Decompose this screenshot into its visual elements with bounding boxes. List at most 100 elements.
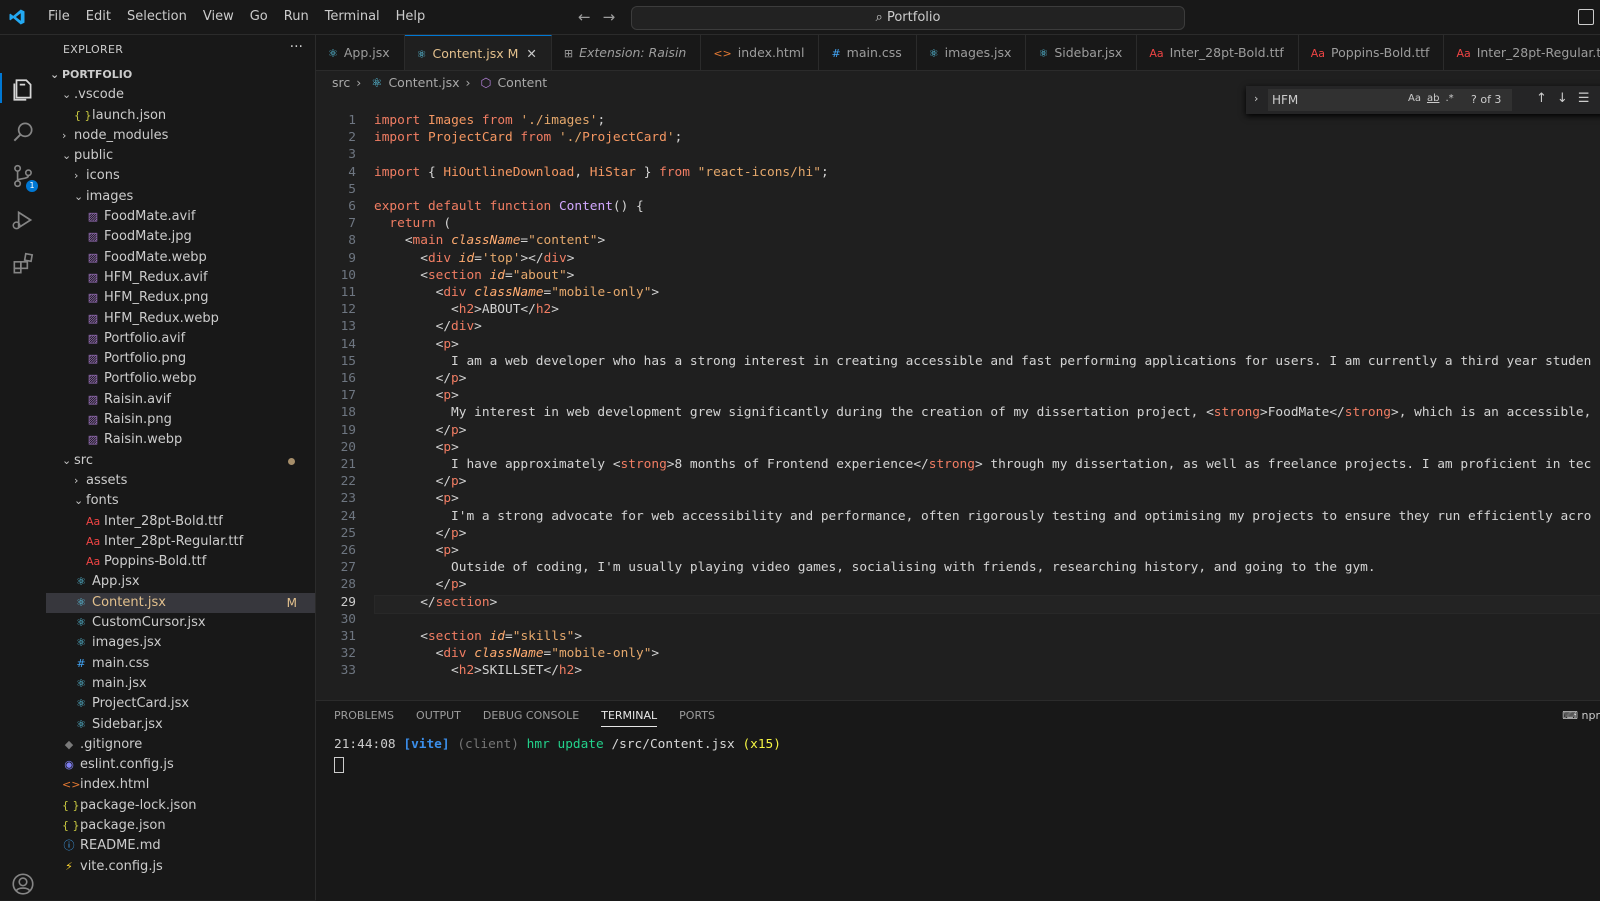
menu-item-edit[interactable]: Edit	[78, 8, 119, 26]
explorer-icon[interactable]	[10, 77, 36, 103]
tab-content-jsx-m[interactable]: ⚛ Content.jsx M ✕	[404, 35, 552, 70]
find-in-selection-icon[interactable]: ☰	[1578, 91, 1590, 106]
panel-tab-output[interactable]: OUTPUT	[416, 709, 461, 727]
extensions-icon[interactable]	[10, 251, 36, 277]
tree-item[interactable]: ⌄ .vscode	[46, 85, 315, 105]
tree-item[interactable]: › node_modules	[46, 126, 315, 146]
tree-item[interactable]: ⚛ CustomCursor.jsx	[46, 613, 315, 633]
code-editor[interactable]: 1 import Images from './images'; 2 import P…	[316, 113, 1600, 683]
code-line: I have approximately <strong>8 months of…	[374, 457, 1592, 472]
match-whole-word-icon[interactable]: ab	[1427, 93, 1439, 104]
menu-item-run[interactable]: Run	[276, 8, 317, 26]
tree-item[interactable]: { }package-lock.json	[46, 796, 315, 816]
tab-poppins-bold-ttf[interactable]: Aa Poppins-Bold.ttf	[1299, 35, 1445, 70]
tree-item[interactable]: ⌄ src	[46, 451, 315, 471]
panel-tab-problems[interactable]: PROBLEMS	[334, 709, 394, 727]
panel-tab-debug-console[interactable]: DEBUG CONSOLE	[483, 709, 579, 727]
tree-item[interactable]: ⌄ images	[46, 187, 315, 207]
line-number: 30	[340, 611, 356, 627]
tree-item[interactable]: ▨ FoodMate.webp	[46, 248, 315, 268]
menu-item-selection[interactable]: Selection	[119, 8, 195, 26]
tree-item[interactable]: ▨ Raisin.avif	[46, 390, 315, 410]
account-icon[interactable]	[10, 871, 36, 897]
match-case-icon[interactable]: Aa	[1408, 93, 1421, 104]
close-tab-icon[interactable]: ✕	[526, 46, 536, 61]
tree-item[interactable]: { }launch.json	[46, 106, 315, 126]
tree-item[interactable]: ⚛ main.jsx	[46, 674, 315, 694]
line-number: 13	[340, 319, 356, 335]
vscode-logo-icon[interactable]	[8, 8, 26, 26]
menu-item-help[interactable]: Help	[388, 8, 434, 26]
tree-item[interactable]: ▨ FoodMate.jpg	[46, 227, 315, 247]
next-match-arrow-icon[interactable]: ↓	[1557, 91, 1568, 106]
tab-main-css[interactable]: # main.css	[819, 35, 917, 70]
tree-item[interactable]: ▨ FoodMate.avif	[46, 207, 315, 227]
react-file-icon: ⚛	[371, 75, 383, 90]
tree-item[interactable]: ▨ Portfolio.webp	[46, 369, 315, 389]
command-center-search[interactable]: ⌕ Portfolio	[631, 6, 1185, 30]
run-debug-icon[interactable]	[10, 207, 36, 233]
code-line: <p>	[374, 388, 459, 404]
panel-tab-ports[interactable]: PORTS	[679, 709, 715, 727]
tree-item[interactable]: ⚛ ProjectCard.jsx	[46, 694, 315, 714]
forward-arrow-icon[interactable]: →	[603, 8, 616, 26]
tree-item[interactable]: ⚡ vite.config.js	[46, 857, 315, 877]
tab-sidebar-jsx[interactable]: ⚛ Sidebar.jsx	[1026, 35, 1138, 70]
tab-images-jsx[interactable]: ⚛ images.jsx	[917, 35, 1027, 70]
tree-item[interactable]: ⓘ README.md	[46, 836, 315, 856]
use-regex-icon[interactable]: .*	[1445, 93, 1453, 104]
css-tab-icon: #	[831, 47, 841, 60]
tree-item[interactable]: Aa Poppins-Bold.ttf	[46, 552, 315, 572]
tree-item-label: images.jsx	[92, 635, 162, 651]
tree-item[interactable]: # main.css	[46, 654, 315, 674]
breadcrumb-symbol[interactable]: Content	[497, 75, 547, 90]
tree-item[interactable]: ▨ Raisin.png	[46, 410, 315, 430]
tree-item[interactable]: ▨ Raisin.webp	[46, 430, 315, 450]
terminal-instance[interactable]: ⌨ npr	[1562, 709, 1600, 722]
breadcrumb-file[interactable]: Content.jsx	[388, 75, 459, 90]
toggle-replace-chevron-icon[interactable]: ›	[1254, 92, 1258, 105]
tree-item[interactable]: <>index.html	[46, 775, 315, 795]
search-view-icon[interactable]	[10, 119, 36, 145]
tab-label: Inter_28pt-Bold.ttf	[1169, 45, 1284, 60]
tree-item[interactable]: ▨ Portfolio.png	[46, 349, 315, 369]
tab-extension-raisin[interactable]: ⊞ Extension: Raisin	[552, 35, 702, 70]
back-arrow-icon[interactable]: ←	[578, 8, 591, 26]
tree-item[interactable]: ▨ HFM_Redux.png	[46, 288, 315, 308]
menu-item-terminal[interactable]: Terminal	[317, 8, 388, 26]
tree-item[interactable]: Aa Inter_28pt-Bold.ttf	[46, 512, 315, 532]
tree-item[interactable]: ⚛ Sidebar.jsx	[46, 715, 315, 735]
more-actions-icon[interactable]: ···	[290, 39, 303, 55]
code-line: <section id="skills">	[374, 629, 583, 644]
panel-tab-terminal[interactable]: TERMINAL	[601, 709, 658, 727]
tree-item[interactable]: ⌄ fonts	[46, 491, 315, 511]
tab-index-html[interactable]: <> index.html	[701, 35, 820, 70]
tree-item[interactable]: ◆ .gitignore	[46, 735, 315, 755]
tree-root[interactable]: ⌄ PORTFOLIO	[46, 65, 315, 85]
tree-item[interactable]: { }package.json	[46, 816, 315, 836]
line-number: 24	[340, 508, 356, 524]
breadcrumb-folder[interactable]: src	[332, 75, 350, 90]
tree-item[interactable]: › assets	[46, 471, 315, 491]
tab-app-jsx[interactable]: ⚛ App.jsx	[316, 35, 405, 70]
menu-item-go[interactable]: Go	[242, 8, 276, 26]
code-line: I'm a strong advocate for web accessibil…	[374, 508, 1592, 524]
tree-item[interactable]: ⚛ Content.jsx M	[46, 592, 315, 614]
tree-item[interactable]: Aa Inter_28pt-Regular.ttf	[46, 532, 315, 552]
tree-item[interactable]: ▨ Portfolio.avif	[46, 329, 315, 349]
menu-item-view[interactable]: View	[195, 8, 242, 26]
tree-item[interactable]: ⚛ images.jsx	[46, 633, 315, 653]
terminal-output[interactable]: 21:44:08 [vite] (client) hmr update /src…	[334, 737, 781, 752]
tree-item[interactable]: ▨ HFM_Redux.avif	[46, 268, 315, 288]
tree-item[interactable]: ▨ HFM_Redux.webp	[46, 309, 315, 329]
tree-item[interactable]: › icons	[46, 166, 315, 186]
tree-item-label: eslint.config.js	[80, 757, 174, 773]
tab-inter-28pt-regular-ttf[interactable]: Aa Inter_28pt-Regular.ttf	[1444, 35, 1600, 70]
tree-item[interactable]: ◉ eslint.config.js	[46, 755, 315, 775]
tree-item[interactable]: ⚛ App.jsx	[46, 572, 315, 592]
tab-inter-28pt-bold-ttf[interactable]: Aa Inter_28pt-Bold.ttf	[1137, 35, 1299, 70]
toggle-sidebar-layout-icon[interactable]	[1578, 9, 1594, 25]
tree-item[interactable]: ⌄ public	[46, 146, 315, 166]
menu-item-file[interactable]: File	[40, 8, 78, 26]
previous-match-arrow-icon[interactable]: ↑	[1536, 91, 1547, 106]
